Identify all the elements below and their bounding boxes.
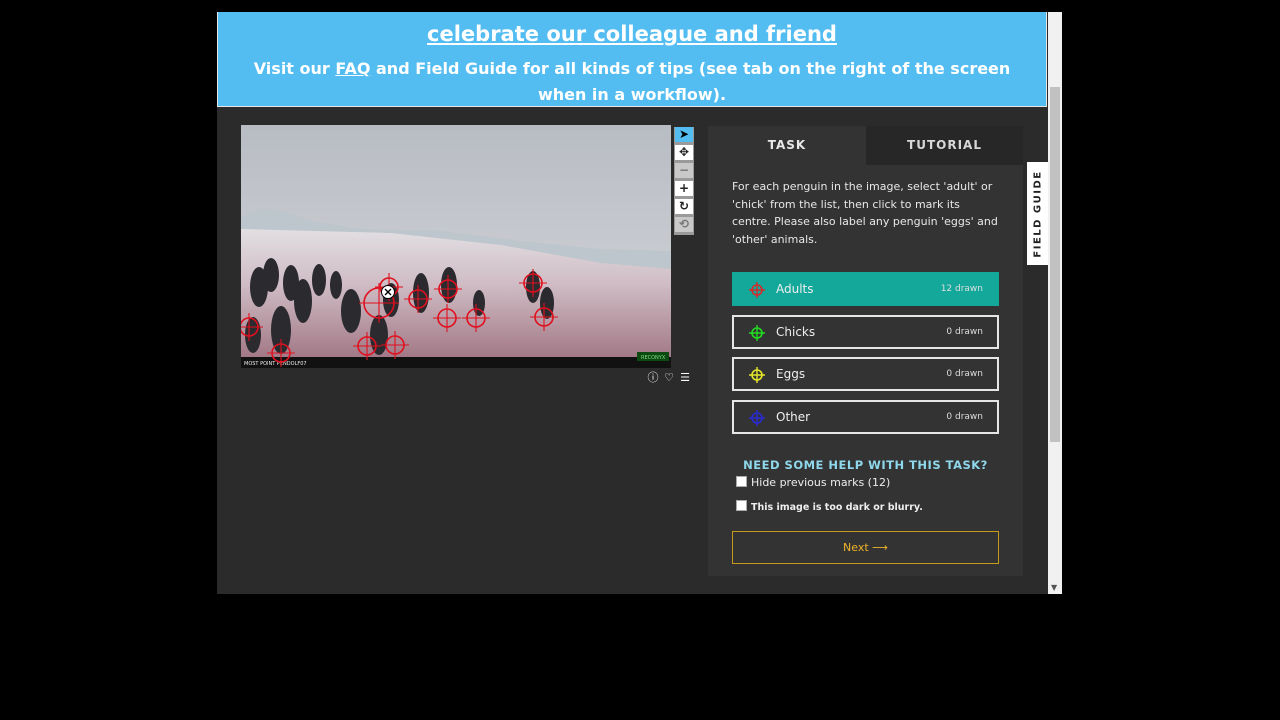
crosshair-icon [749, 367, 765, 383]
delete-mark-icon[interactable] [381, 285, 395, 299]
penguin-shape [341, 289, 361, 333]
option-count: 0 drawn [946, 327, 983, 337]
option-count: 12 drawn [940, 284, 983, 294]
info-icon[interactable]: ⓘ [646, 369, 660, 385]
scroll-down-arrow-icon[interactable]: ▼ [1051, 584, 1057, 592]
scrollbar-thumb[interactable] [1050, 87, 1060, 442]
option-label: Chicks [776, 325, 816, 339]
zoom-out-tool-icon[interactable]: − [675, 163, 693, 178]
crosshair-icon [749, 325, 765, 341]
option-chicks[interactable]: Chicks 0 drawn [732, 315, 999, 349]
hide-marks-checkbox[interactable]: Hide previous marks (12) [736, 476, 890, 489]
checkbox-box[interactable] [736, 476, 747, 487]
option-label: Adults [776, 282, 814, 296]
next-button[interactable]: Next ⟶ [732, 531, 999, 564]
tab-task[interactable]: TASK [708, 126, 866, 165]
task-panel: TASK TUTORIAL For each penguin in the im… [708, 126, 1023, 576]
subject-image[interactable]: MOST POINT PENDOLF07 RECONYX [241, 125, 671, 368]
option-label: Eggs [776, 367, 806, 381]
collections-icon[interactable]: ☰ [678, 371, 692, 384]
option-count: 0 drawn [946, 369, 983, 379]
banner-link-celebrate[interactable]: celebrate our colleague and friend [218, 22, 1046, 46]
option-count: 0 drawn [946, 412, 983, 422]
faq-link[interactable]: FAQ [335, 59, 370, 78]
camera-brand-text: RECONYX [641, 355, 666, 361]
zoom-in-tool-icon[interactable]: + [675, 181, 693, 196]
pan-tool-icon[interactable]: ✥ [675, 145, 693, 160]
checkbox-box[interactable] [736, 500, 747, 511]
option-label: Other [776, 410, 811, 424]
help-link[interactable]: NEED SOME HELP WITH THIS TASK? [732, 458, 999, 472]
rotate-tool-icon[interactable]: ↻ [675, 199, 693, 214]
crosshair-icon [749, 410, 765, 426]
option-adults[interactable]: Adults 12 drawn [732, 272, 999, 306]
field-guide-tab[interactable]: FIELD GUIDE [1027, 162, 1048, 265]
penguin-shape [263, 258, 279, 292]
field-guide-label: FIELD GUIDE [1032, 169, 1043, 258]
reset-tool-icon[interactable]: ⟲ [675, 217, 693, 232]
pointer-tool-icon[interactable]: ➤ [675, 127, 693, 142]
hide-marks-label: Hide previous marks (12) [751, 476, 891, 489]
camera-caption: MOST POINT PENDOLF07 [244, 361, 307, 367]
tab-tutorial[interactable]: TUTORIAL [866, 126, 1023, 165]
page-scrollbar[interactable]: ▼ [1048, 12, 1062, 594]
penguin-shape [312, 264, 326, 296]
image-toolbar: ➤ ✥ − + ↻ ⟲ [674, 127, 694, 235]
task-instructions: For each penguin in the image, select 'a… [732, 180, 998, 246]
browser-window: celebrate our colleague and friend Visit… [217, 12, 1062, 594]
announcement-banner: celebrate our colleague and friend Visit… [217, 12, 1047, 107]
banner-text: Visit our FAQ and Field Guide for all ki… [238, 56, 1026, 108]
subject-viewer[interactable]: MOST POINT PENDOLF07 RECONYX [241, 125, 671, 368]
too-dark-checkbox[interactable]: This image is too dark or blurry. [736, 500, 923, 513]
option-eggs[interactable]: Eggs 0 drawn [732, 357, 999, 391]
subject-actions: ⓘ ♡ ☰ [646, 369, 696, 385]
banner-text-pre: Visit our [253, 59, 336, 78]
favorite-icon[interactable]: ♡ [662, 371, 676, 384]
penguin-shape [330, 271, 342, 299]
crosshair-icon [749, 282, 765, 298]
option-other[interactable]: Other 0 drawn [732, 400, 999, 434]
penguin-shape [294, 279, 312, 323]
too-dark-label: This image is too dark or blurry. [751, 502, 923, 513]
banner-text-post: and Field Guide for all kinds of tips (s… [370, 59, 1011, 104]
